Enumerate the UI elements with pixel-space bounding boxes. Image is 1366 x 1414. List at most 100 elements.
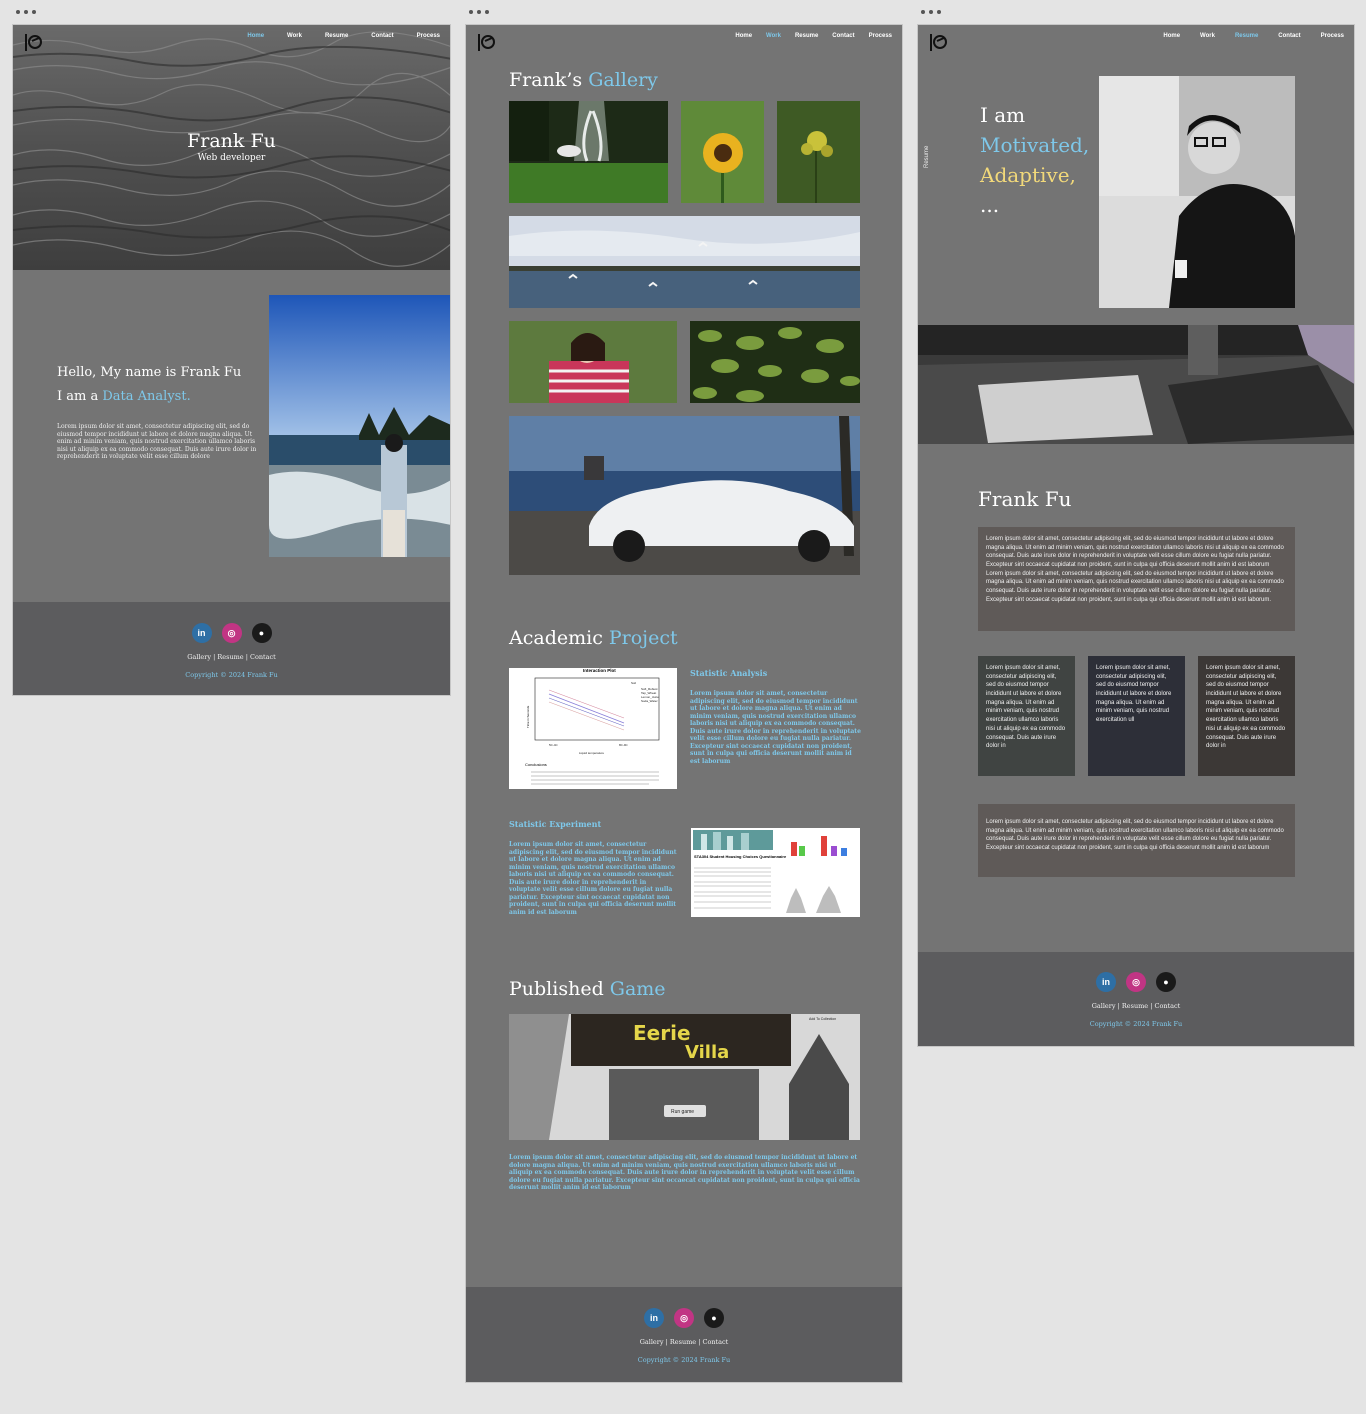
headline-line1: I am [980, 103, 1026, 127]
resume-side-label: Resume [924, 145, 930, 168]
interaction-plot-title: Interaction Plot [583, 668, 616, 673]
academic-title-accent: Project [608, 627, 678, 649]
resume-page-frame: Home Work Resume Contact Process Resume … [917, 24, 1355, 1047]
game-add-to-collection: Add To Collection [809, 1017, 836, 1021]
window-dots-resume [921, 10, 941, 14]
nav-resume[interactable]: Resume [795, 33, 818, 39]
svg-text:5C-4C: 5C-4C [549, 743, 559, 747]
intro-body: Lorem ipsum dolor sit amet, consectetur … [57, 423, 257, 460]
nav-home[interactable]: Home [247, 33, 264, 39]
linkedin-icon[interactable]: in [1096, 972, 1116, 992]
beach-portrait-image [269, 295, 450, 557]
gallery-lake-birds-image[interactable] [509, 216, 860, 308]
gallery-title-accent: Gallery [588, 69, 658, 91]
gallery-car-image[interactable] [509, 416, 860, 575]
instagram-icon[interactable]: ◎ [674, 1308, 694, 1328]
work-footer: in ◎ ● Gallery | Resume | Contact Copyri… [466, 1287, 902, 1382]
home-footer: in ◎ ● Gallery | Resume | Contact Copyri… [13, 602, 450, 695]
gallery-yellow-flower-image[interactable] [777, 101, 860, 203]
home-page-frame: Home Work Resume Contact Process Frank F… [12, 24, 451, 696]
github-icon[interactable]: ● [1156, 972, 1176, 992]
footer-links[interactable]: Gallery | Resume | Contact [466, 1338, 902, 1346]
linkedin-icon[interactable]: in [644, 1308, 664, 1328]
nav-work[interactable]: Work [287, 33, 302, 39]
nav-contact[interactable]: Contact [1278, 33, 1300, 39]
game-logo-villa: Villa [685, 1042, 729, 1063]
statistic-experiment-body: Lorem ipsum dolor sit amet, consectetur … [509, 841, 677, 916]
nav-process[interactable]: Process [869, 33, 892, 39]
nav-process[interactable]: Process [417, 33, 440, 39]
headline-line4: ... [980, 193, 1000, 217]
game-run-button: Run game [671, 1109, 694, 1115]
hero-name: Frank Fu [187, 130, 276, 152]
instagram-icon[interactable]: ◎ [1126, 972, 1146, 992]
logo-icon[interactable] [476, 32, 498, 54]
gallery-fountain-image[interactable] [509, 101, 668, 203]
resume-summary-card: Lorem ipsum dolor sit amet, consectetur … [978, 527, 1295, 631]
nav-work[interactable]: Work [766, 33, 781, 39]
footer-copyright: Copyright © 2024 Frank Fu [637, 1356, 731, 1364]
nav-home[interactable]: Home [1163, 33, 1180, 39]
footer-copyright: Copyright © 2024 Frank Fu [185, 671, 278, 679]
svg-text:Conclusions: Conclusions [525, 762, 547, 767]
svg-text:Time in Seconds: Time in Seconds [526, 705, 530, 728]
nav-contact[interactable]: Contact [371, 33, 393, 39]
gallery-title-text: Frank’s [509, 69, 589, 91]
nav-work[interactable]: Work [1200, 33, 1215, 39]
resume-name: Frank Fu [978, 487, 1072, 511]
academic-title-text: Academic [509, 627, 609, 649]
intro-accent: Data Analyst. [102, 389, 191, 404]
resume-footer: in ◎ ● Gallery | Resume | Contact Copyri… [918, 952, 1354, 1046]
github-icon[interactable]: ● [704, 1308, 724, 1328]
gallery-sunflower-image[interactable] [681, 101, 764, 203]
footer-links[interactable]: Gallery | Resume | Contact [918, 1002, 1354, 1010]
footer-copyright: Copyright © 2024 Frank Fu [1089, 1020, 1183, 1028]
nav-home[interactable]: Home [735, 33, 752, 39]
headline-line2: Motivated, [980, 133, 1090, 157]
intro-prefix: I am a [57, 389, 103, 404]
gallery-portrait-image[interactable] [509, 321, 677, 403]
linkedin-icon[interactable]: in [191, 623, 212, 643]
resume-card-middle: Lorem ipsum dolor sit amet, consectetur … [1088, 656, 1185, 776]
svg-text:8C-9C: 8C-9C [619, 743, 629, 747]
headline-line3: Adaptive, [980, 163, 1076, 187]
svg-text:Liquid temperature: Liquid temperature [579, 751, 604, 755]
home-nav: Home Work Resume Contact Process [13, 25, 450, 51]
resume-bottom-card: Lorem ipsum dolor sit amet, consectetur … [978, 804, 1295, 877]
statistic-experiment-block: Statistic Experiment Lorem ipsum dolor s… [509, 819, 679, 916]
intro-line2: I am a Data Analyst. [57, 385, 257, 409]
academic-title: Academic Project [509, 627, 678, 649]
gallery-lilypad-image[interactable] [690, 321, 860, 403]
statistic-experiment-title: Statistic Experiment [509, 819, 602, 829]
housing-questionnaire-image[interactable]: STA304 Student Housing Choices Questionn… [691, 828, 860, 917]
resume-desk-image [918, 325, 1354, 444]
gallery-title: Frank’s Gallery [509, 69, 658, 91]
instagram-icon[interactable]: ◎ [221, 623, 242, 643]
svg-text:Soil: Soil [631, 681, 636, 685]
svg-text:Soda_Water: Soda_Water [641, 699, 658, 703]
resume-portrait-image [1099, 76, 1295, 308]
statistic-analysis-body: Lorem ipsum dolor sit amet, consectetur … [690, 690, 861, 765]
resume-headline: I am Motivated, Adaptive, ... [980, 100, 1089, 220]
nav-contact[interactable]: Contact [832, 33, 854, 39]
resume-nav: Home Work Resume Contact Process [918, 25, 1354, 51]
work-page-frame: Home Work Resume Contact Process Frank’s… [465, 24, 903, 1383]
github-icon[interactable]: ● [251, 623, 272, 643]
nav-process[interactable]: Process [1321, 33, 1344, 39]
eerie-villa-game-image[interactable]: Eerie Villa Add To Collection Run game [509, 1014, 860, 1140]
interaction-plot-image[interactable]: Interaction Plot Soil Soft_Robust Tap_Wh… [509, 668, 677, 789]
nav-resume[interactable]: Resume [1235, 33, 1258, 39]
hero-role: Web developer [197, 153, 266, 163]
logo-icon[interactable] [928, 32, 950, 54]
game-title: Published Game [509, 978, 666, 1000]
logo-icon[interactable] [23, 32, 45, 54]
nav-resume[interactable]: Resume [325, 33, 348, 39]
intro-block: Hello, My name is Frank Fu I am a Data A… [57, 361, 257, 461]
poster-title: STA304 Student Housing Choices Questionn… [694, 854, 787, 859]
footer-links[interactable]: Gallery | Resume | Contact [13, 653, 450, 661]
game-body: Lorem ipsum dolor sit amet, consectetur … [509, 1154, 860, 1191]
game-logo-eerie: Eerie [633, 1021, 691, 1045]
resume-card-right: Lorem ipsum dolor sit amet, consectetur … [1198, 656, 1295, 776]
intro-line1: Hello, My name is Frank Fu [57, 365, 242, 380]
window-dots-home [16, 10, 36, 14]
